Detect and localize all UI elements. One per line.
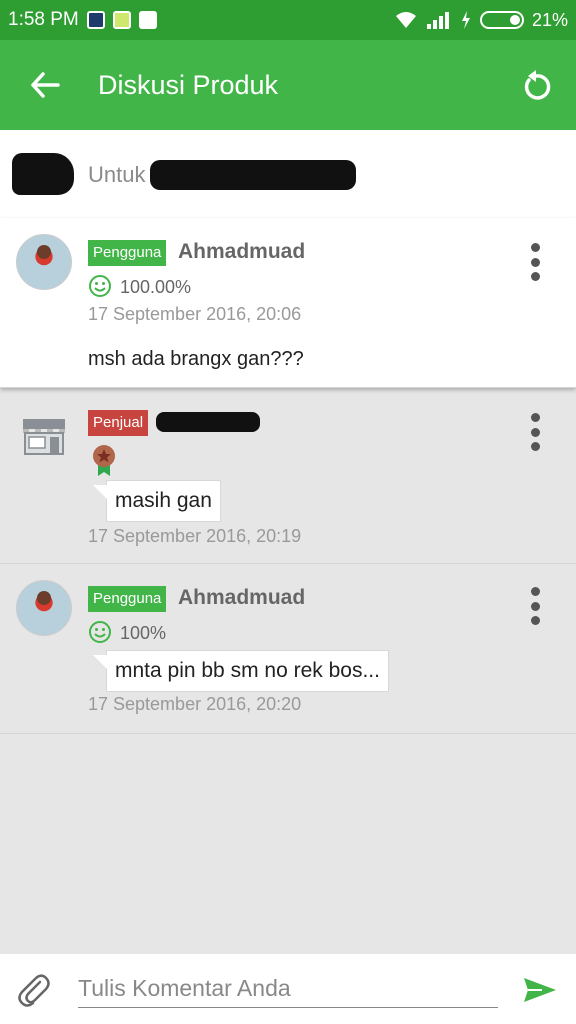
more-options-dot — [530, 601, 540, 611]
refresh-icon — [524, 70, 551, 100]
phone-notification-icon — [112, 11, 131, 29]
avatar[interactable] — [16, 580, 72, 636]
reply-bubble: mnta pin bb sm no rek bos... — [93, 650, 389, 692]
smile-icon — [89, 621, 111, 643]
paperclip-icon — [18, 974, 50, 1007]
seller-name-redacted[interactable] — [156, 412, 260, 432]
send-button[interactable] — [520, 970, 560, 1010]
status-bar: 1:58 PM 21% — [0, 0, 576, 40]
username[interactable]: Ahmadmuad — [178, 586, 305, 610]
comment-text: msh ada brangx gan??? — [88, 348, 304, 370]
role-badge-user: Pengguna — [88, 586, 167, 612]
product-thumbnail — [12, 153, 74, 195]
arrow-left-icon — [31, 72, 60, 98]
username[interactable]: Ahmadmuad — [178, 240, 305, 264]
more-options-dot — [530, 272, 540, 281]
wifi-icon — [395, 12, 416, 28]
reply-bubble: masih gan — [93, 480, 221, 522]
more-options-dot — [530, 616, 540, 625]
more-options-button[interactable] — [520, 410, 550, 454]
status-time: 1:58 PM — [8, 9, 79, 30]
reply-text: mnta pin bb sm no rek bos... — [115, 659, 380, 682]
reputation-score: 100.00% — [120, 277, 192, 297]
back-button[interactable] — [0, 40, 90, 130]
bbm-icon — [86, 11, 105, 29]
status-left: 1:58 PM — [8, 9, 157, 31]
reply-timestamp: 17 September 2016, 20:19 — [88, 526, 302, 546]
comment-input[interactable] — [78, 970, 498, 1008]
charging-icon — [461, 11, 470, 29]
reply-user: Pengguna Ahmadmuad 100% mnta pin bb sm n… — [0, 564, 576, 734]
smile-icon — [89, 275, 111, 297]
more-options-dot — [530, 427, 540, 437]
product-header[interactable]: Untuk — [0, 130, 576, 218]
product-for-label: Untuk — [88, 162, 146, 187]
product-name-redacted — [150, 160, 356, 190]
role-badge-user: Pengguna — [88, 240, 167, 266]
status-right: 21% — [394, 10, 568, 31]
signal-icon — [426, 12, 449, 29]
page-title: Diskusi Produk — [98, 69, 279, 100]
battery-percentage: 21% — [531, 9, 568, 30]
more-options-icon — [530, 413, 540, 422]
refresh-button[interactable] — [496, 40, 576, 130]
attach-button[interactable] — [14, 970, 54, 1010]
more-options-dot — [530, 442, 540, 451]
more-options-icon — [530, 243, 540, 252]
more-options-button[interactable] — [520, 584, 550, 628]
more-options-icon — [530, 587, 540, 596]
main-comment: Pengguna Ahmadmuad 100.00% 17 September … — [0, 218, 576, 388]
mail-icon — [138, 11, 157, 29]
comment-timestamp: 17 September 2016, 20:06 — [88, 304, 302, 324]
send-icon — [524, 978, 556, 1002]
reply-text: masih gan — [115, 489, 212, 512]
more-options-button[interactable] — [520, 240, 550, 284]
more-options-dot — [530, 257, 540, 267]
reply-seller: Penjual masih gan 17 September 2016, 20:… — [0, 390, 576, 564]
app-bar: Diskusi Produk — [0, 40, 576, 130]
role-badge-seller: Penjual — [88, 410, 149, 436]
store-icon — [23, 419, 65, 455]
medal-icon — [93, 445, 115, 476]
reputation-score: 100% — [120, 623, 167, 643]
comment-input-bar — [0, 954, 576, 1024]
battery-icon — [479, 11, 524, 29]
avatar[interactable] — [16, 234, 72, 290]
reply-timestamp: 17 September 2016, 20:20 — [88, 694, 302, 714]
